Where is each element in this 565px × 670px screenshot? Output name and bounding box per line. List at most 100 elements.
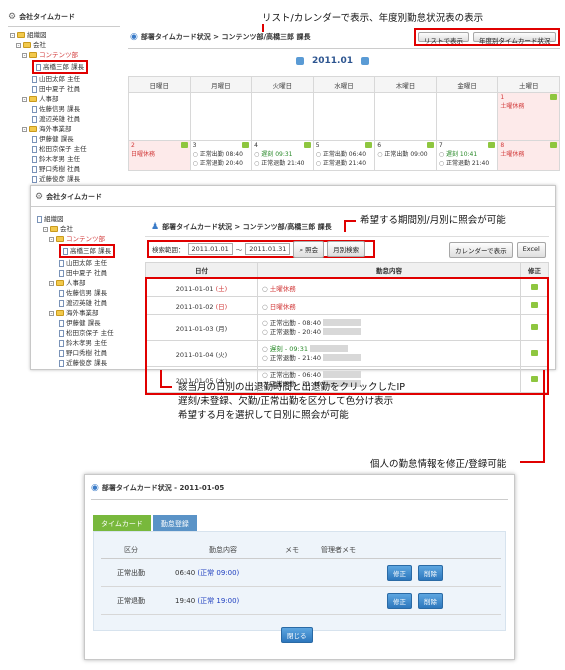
document-icon <box>59 269 64 277</box>
edit-button[interactable]: 修正 <box>387 564 412 581</box>
calendar-cell[interactable]: 2 日曜休務 <box>128 140 191 171</box>
document-icon <box>59 359 64 367</box>
col-header-content: 勤怠内容 <box>257 262 521 278</box>
tree-item[interactable]: 渡辺英雄 社員 <box>10 114 88 124</box>
tree-item[interactable]: 野口秀樹 社員 <box>37 348 115 358</box>
tree-item[interactable]: 伊藤健 課長 <box>10 134 88 144</box>
search-range-box: 検索範囲： 2011.01.01 ～ 2011.01.31 ⌕ 照会 月別検索 <box>147 240 375 258</box>
tree-item[interactable]: 近藤俊彦 課長 <box>10 174 88 184</box>
calendar-view-button[interactable]: カレンダーで表示 <box>449 242 513 258</box>
tree-item[interactable]: 渡辺英雄 社員 <box>37 298 115 308</box>
tree-item-selected[interactable]: 高橋三郎 課長 <box>37 244 116 258</box>
edit-icon[interactable] <box>365 142 373 148</box>
document-icon <box>36 63 41 71</box>
calendar-cell[interactable]: 6 ○ 正常出勤 09:00 <box>374 140 437 171</box>
tree-item[interactable]: 松田京保子 主任 <box>10 144 88 154</box>
tree-item-hr[interactable]: - 人事部 <box>37 278 115 288</box>
attendance-table: 日付 勤怠内容 修正 <box>145 262 549 278</box>
collapse-icon[interactable]: - <box>22 96 27 102</box>
edit-icon[interactable] <box>550 94 557 100</box>
calendar-cell-empty <box>312 92 376 141</box>
calendar-cell[interactable]: 8 土曜休務 <box>497 140 560 171</box>
list-view-button[interactable]: リストで表示 <box>418 32 469 45</box>
tree-item[interactable]: 鈴木孝男 主任 <box>37 338 115 348</box>
company-timecard-title: ⚙ 会社タイムカード <box>8 12 75 22</box>
excel-button[interactable]: Excel <box>516 242 546 258</box>
edit-icon[interactable] <box>488 142 496 148</box>
edit-icon[interactable] <box>180 142 188 148</box>
collapse-icon[interactable]: - <box>49 280 54 286</box>
edit-icon[interactable] <box>550 142 557 148</box>
collapse-icon[interactable]: - <box>10 32 15 38</box>
tree-item[interactable]: 近藤俊彦 課長 <box>37 358 115 368</box>
calendar-cell[interactable]: 5 ○ 正常出勤 06:40 ○ 正常退勤 21:40 <box>312 140 376 171</box>
edit-icon[interactable] <box>303 142 311 148</box>
tree-item[interactable]: 山田太郎 主任 <box>10 74 88 84</box>
document-icon <box>59 329 64 337</box>
tree-item[interactable]: 佐藤信男 課長 <box>37 288 115 298</box>
document-icon <box>32 85 37 93</box>
view-buttons-group: リストで表示 年度別タイムカード状況 <box>414 28 560 46</box>
next-month-icon[interactable] <box>361 57 369 65</box>
detail-title: ◉ 部署タイムカード状況 - 2011-01-05 <box>91 483 225 493</box>
tree-item[interactable]: 田中夏子 社員 <box>37 268 115 278</box>
tree-item[interactable]: 野口秀樹 社員 <box>10 164 88 174</box>
detail-table: 区分 勤怠内容 メモ 管理者メモ 正常出勤 06:40 (正常 09:00) 修… <box>101 545 501 615</box>
collapse-icon[interactable]: - <box>49 310 54 316</box>
calendar-header-title: ◉ 部署タイムカード状況 > コンテンツ部/高橋三郎 課長 <box>130 32 311 42</box>
tree-item-contents[interactable]: - コンテンツ部 <box>10 50 88 60</box>
collapse-icon[interactable]: - <box>43 226 48 232</box>
close-button[interactable]: 閉じる <box>281 627 313 643</box>
callout-top: リスト/カレンダーで表示、年度別勤怠状況表の表示 <box>262 13 484 24</box>
list-main: ♟ 部署タイムカード状況 > コンテンツ部/高橋三郎 課長 検索範囲： 2011… <box>145 210 549 395</box>
weekday-header: 土曜日 <box>497 76 560 93</box>
document-icon <box>59 259 64 267</box>
tree-item-contents[interactable]: - コンテンツ部 <box>37 234 115 244</box>
people-icon: ♟ <box>151 222 160 232</box>
collapse-icon[interactable]: - <box>22 126 27 132</box>
tree-item-company[interactable]: - 会社 <box>37 224 115 234</box>
edit-icon[interactable] <box>426 142 434 148</box>
tree-item[interactable]: 田中夏子 社員 <box>10 84 88 94</box>
calendar-screen: ⚙ 会社タイムカード - 組織図 - 会社 - コンテンツ部 高橋三郎 課長 山田太郎… <box>4 4 561 184</box>
date-to-input[interactable]: 2011.01.31 <box>245 243 291 255</box>
yearly-timecard-button[interactable]: 年度別タイムカード状況 <box>473 32 557 45</box>
monthly-search-button[interactable]: 月別検索 <box>327 241 366 257</box>
delete-button[interactable]: 削除 <box>418 592 443 609</box>
delete-button[interactable]: 削除 <box>418 564 443 581</box>
search-button[interactable]: ⌕ 照会 <box>293 240 325 258</box>
collapse-icon[interactable]: - <box>49 236 54 242</box>
weekday-header: 金曜日 <box>435 76 499 93</box>
edit-icon[interactable] <box>242 142 250 148</box>
document-icon <box>32 165 37 173</box>
collapse-icon[interactable]: - <box>22 52 27 58</box>
tree-item[interactable]: 佐藤信男 課長 <box>10 104 88 114</box>
weekday-header: 日曜日 <box>128 76 191 93</box>
tree-item-company[interactable]: - 会社 <box>10 40 88 50</box>
tree-item-overseas[interactable]: - 海外事業部 <box>10 124 88 134</box>
tree-item[interactable]: 鈴木孝男 主任 <box>10 154 88 164</box>
weekday-header: 月曜日 <box>189 76 253 93</box>
document-icon <box>59 319 64 327</box>
tree-item[interactable]: 山田太郎 主任 <box>37 258 115 268</box>
calendar-cell[interactable]: 7 ○ 遅刻 10:41 ○ 正常退勤 21:40 <box>435 140 499 171</box>
tree-root[interactable]: 組織図 <box>37 214 115 224</box>
collapse-icon[interactable]: - <box>16 42 21 48</box>
document-icon <box>32 145 37 153</box>
col-header-date: 日付 <box>145 262 258 278</box>
document-icon <box>59 339 64 347</box>
tree-item-hr[interactable]: - 人事部 <box>10 94 88 104</box>
prev-month-icon[interactable] <box>296 57 304 65</box>
date-from-input[interactable]: 2011.01.01 <box>187 243 233 255</box>
tree-item-overseas[interactable]: - 海外事業部 <box>37 308 115 318</box>
highlight-rows <box>145 277 549 395</box>
folder-icon <box>23 42 31 48</box>
tree-item[interactable]: 松田京保子 主任 <box>37 328 115 338</box>
calendar-cell[interactable]: 4 ○ 遅刻 09:31 ○ 正常退勤 21:40 <box>251 140 314 171</box>
tree-item-selected[interactable]: 高橋三郎 課長 <box>10 60 89 74</box>
calendar-cell[interactable]: 1 土曜休務 <box>497 92 560 141</box>
tree-root[interactable]: - 組織図 <box>10 30 88 40</box>
tree-item[interactable]: 伊藤健 課長 <box>37 318 115 328</box>
edit-button[interactable]: 修正 <box>387 592 412 609</box>
calendar-cell[interactable]: 3 ○ 正常出勤 08:40 ○ 正常退勤 20:40 <box>189 140 253 171</box>
